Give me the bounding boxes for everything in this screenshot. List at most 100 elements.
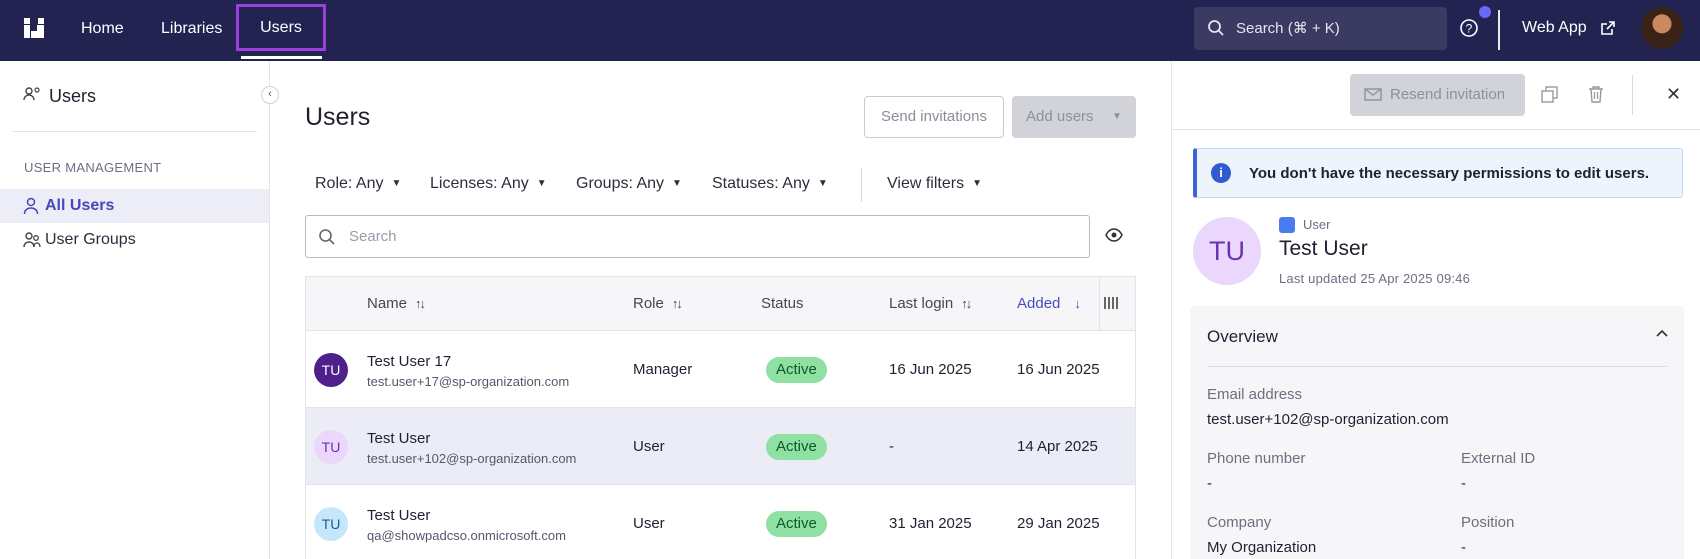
filter-role[interactable]: Role: Any ▼ — [315, 175, 401, 193]
status-badge: Active — [766, 511, 827, 537]
sidebar-item-label: All Users — [45, 197, 115, 214]
nav-home[interactable]: Home — [81, 0, 124, 57]
avatar: TU — [314, 353, 348, 387]
notification-dot — [1479, 6, 1491, 18]
sidebar-title: Users — [49, 86, 97, 106]
column-header-role[interactable]: Role ↑↓ — [633, 295, 683, 312]
caret-down-icon: ▼ — [536, 178, 547, 189]
row-role: Manager — [633, 361, 693, 378]
column-label: Role — [633, 295, 664, 312]
filter-licenses[interactable]: Licenses: Any ▼ — [430, 175, 547, 193]
user-avatar[interactable] — [1641, 7, 1683, 49]
sidebar-item-all-users[interactable]: All Users — [0, 189, 269, 223]
caret-down-icon: ▼ — [391, 178, 402, 189]
row-name: Test User — [367, 507, 431, 524]
row-added: 14 Apr 2025 — [1017, 438, 1098, 455]
column-header-name[interactable]: Name ↑↓ — [367, 295, 426, 312]
row-email: test.user+17@sp-organization.com — [367, 374, 570, 389]
phone-label: Phone number — [1207, 450, 1306, 467]
external-link-icon[interactable] — [1600, 20, 1616, 36]
info-icon: i — [1211, 163, 1231, 183]
add-users-button[interactable]: Add users ▼ — [1012, 96, 1136, 138]
sidebar-section-heading: USER MANAGEMENT — [24, 160, 162, 175]
user-type-icon — [1279, 217, 1295, 233]
filter-groups[interactable]: Groups: Any ▼ — [576, 175, 682, 193]
nav-users[interactable]: Users — [236, 4, 326, 51]
column-label: Status — [761, 295, 804, 312]
row-name: Test User — [367, 430, 431, 447]
nav-libraries[interactable]: Libraries — [161, 0, 222, 57]
user-detail-panel: Resend invitation ✕ i You don't have the… — [1171, 61, 1700, 559]
filter-statuses[interactable]: Statuses: Any ▼ — [712, 175, 828, 193]
position-label: Position — [1461, 514, 1515, 531]
caret-down-icon: ▼ — [672, 178, 682, 189]
view-filters-dropdown[interactable]: View filters ▼ — [887, 175, 982, 193]
global-search-placeholder: Search (⌘ + K) — [1236, 20, 1340, 37]
sort-desc-icon: ↓ — [1074, 296, 1080, 311]
caret-down-icon: ▼ — [1112, 111, 1122, 122]
table-row[interactable]: TU Test User test.user+102@sp-organizati… — [306, 408, 1135, 485]
top-divider — [1498, 10, 1500, 50]
trash-icon[interactable] — [1588, 85, 1604, 103]
svg-text:?: ? — [1466, 22, 1473, 36]
status-badge: Active — [766, 357, 827, 383]
send-invitations-button[interactable]: Send invitations — [864, 96, 1004, 138]
users-settings-icon — [23, 87, 40, 101]
table-row[interactable]: TU Test User qa@showpadcso.onmicrosoft.c… — [306, 485, 1135, 559]
chevron-up-icon[interactable] — [1655, 328, 1669, 338]
sidebar-divider — [12, 131, 257, 132]
row-email: test.user+102@sp-organization.com — [367, 451, 577, 466]
sidebar-item-user-groups[interactable]: User Groups — [0, 223, 269, 257]
row-added: 29 Jan 2025 — [1017, 515, 1100, 532]
app-logo-icon[interactable] — [24, 18, 44, 38]
filter-statuses-label: Statuses: Any — [712, 175, 810, 192]
global-search[interactable]: Search (⌘ + K) — [1194, 7, 1447, 50]
column-header-added[interactable]: Added ↓ — [1017, 295, 1081, 312]
search-icon — [1208, 20, 1224, 36]
overview-section: Overview Email address test.user+102@sp-… — [1190, 306, 1684, 559]
column-label: Added — [1017, 295, 1061, 312]
table-row[interactable]: TU Test User 17 test.user+17@sp-organiza… — [306, 331, 1135, 408]
caret-down-icon: ▼ — [817, 178, 828, 189]
table-header: Name ↑↓ Role ↑↓ Status Last login ↑↓ Added ↓ — [306, 277, 1135, 331]
last-updated: Last updated 25 Apr 2025 09:46 — [1279, 271, 1471, 286]
avatar: TU — [314, 430, 348, 464]
column-header-last-login[interactable]: Last login ↑↓ — [889, 295, 972, 312]
email-label: Email address — [1207, 386, 1303, 403]
row-role: User — [633, 515, 665, 532]
column-label: Last login — [889, 295, 954, 312]
overview-title: Overview — [1207, 327, 1278, 346]
column-label: Name — [367, 295, 408, 312]
nav-active-indicator — [241, 56, 322, 59]
user-search-input[interactable]: Search — [305, 215, 1090, 258]
row-last-login: 16 Jun 2025 — [889, 361, 972, 378]
row-email: qa@showpadcso.onmicrosoft.com — [367, 528, 566, 543]
copy-icon[interactable] — [1541, 86, 1558, 103]
web-app-link[interactable]: Web App — [1522, 19, 1587, 37]
view-filters-label: View filters — [887, 175, 965, 192]
user-type: User — [1303, 217, 1331, 232]
filter-licenses-label: Licenses: Any — [430, 175, 529, 192]
row-last-login: 31 Jan 2025 — [889, 515, 972, 532]
filter-divider — [861, 168, 862, 202]
sidebar-item-label: User Groups — [45, 231, 136, 248]
help-icon[interactable]: ? — [1459, 18, 1479, 38]
sidebar: Users USER MANAGEMENT All Users User Gro… — [0, 61, 270, 559]
search-placeholder: Search — [349, 228, 397, 245]
eye-icon[interactable] — [1105, 228, 1123, 242]
external-id-label: External ID — [1461, 450, 1536, 467]
page-title: Users — [305, 103, 371, 131]
search-icon — [319, 229, 335, 245]
close-icon[interactable]: ✕ — [1666, 84, 1681, 105]
collapse-sidebar-button[interactable]: ‹ — [261, 86, 279, 104]
resend-invitation-button[interactable]: Resend invitation — [1350, 74, 1525, 116]
mail-icon — [1364, 88, 1382, 101]
sort-icon: ↑↓ — [671, 296, 683, 311]
sort-icon: ↑↓ — [415, 296, 426, 311]
external-id-value: - — [1461, 475, 1466, 492]
filter-role-label: Role: Any — [315, 175, 384, 192]
row-name: Test User 17 — [367, 353, 452, 370]
company-label: Company — [1207, 514, 1272, 531]
columns-settings-icon[interactable] — [1103, 295, 1119, 311]
avatar: TU — [314, 507, 348, 541]
